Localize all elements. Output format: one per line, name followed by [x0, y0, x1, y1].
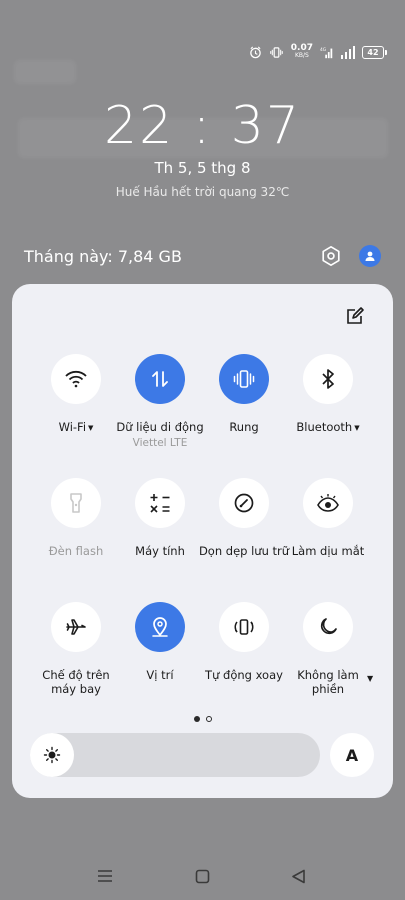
tile-calculator[interactable]: Máy tính	[112, 478, 208, 558]
brightness-slider[interactable]	[30, 733, 320, 777]
tile-label: Rung	[229, 420, 259, 434]
data-usage[interactable]: Tháng này: 7,84 GB	[24, 247, 182, 266]
battery-icon: 42	[362, 45, 387, 59]
page-indicator	[12, 716, 393, 722]
vibrate-icon	[233, 370, 255, 388]
page-dot-active	[193, 716, 200, 722]
tile-vibrate[interactable]: Rung	[196, 354, 292, 434]
tile-bluetooth[interactable]: Bluetooth ▼	[280, 354, 376, 435]
tile-label: Dọn dẹp lưu trữ	[198, 544, 290, 558]
tile-label: Wi-Fi	[58, 420, 87, 434]
date: Th 5, 5 thg 8	[154, 159, 251, 177]
auto-rotate-icon	[234, 619, 254, 635]
tile-label: Không làm phiền	[297, 668, 359, 696]
calculator-toggle[interactable]	[135, 478, 185, 528]
tile-do-not-disturb[interactable]: Không làm phiền	[280, 602, 376, 696]
wifi-toggle[interactable]	[51, 354, 101, 404]
storage-cleanup-toggle[interactable]	[219, 478, 269, 528]
carrier-label: Viettel LTE	[132, 437, 188, 449]
settings-gear-icon[interactable]	[320, 245, 342, 267]
airplane-toggle[interactable]	[51, 602, 101, 652]
navigation-bar	[0, 858, 405, 892]
home-button[interactable]	[192, 866, 212, 886]
eye-comfort-toggle[interactable]	[303, 478, 353, 528]
weather-info: Huế Hầu hết trời quang 32℃	[115, 185, 290, 199]
tile-wifi[interactable]: Wi-Fi ▼	[28, 354, 124, 435]
tile-storage-cleanup[interactable]: Dọn dẹp lưu trữ	[196, 478, 292, 558]
tile-label: Máy tính	[135, 544, 185, 558]
flashlight-toggle[interactable]	[51, 478, 101, 528]
tile-label: Dữ liệu di động	[116, 420, 204, 434]
svg-text:4G: 4G	[320, 47, 327, 53]
vibrate-toggle[interactable]	[219, 354, 269, 404]
tile-airplane[interactable]: Chế độ trên máy bay	[28, 602, 124, 696]
calculator-icon	[150, 494, 170, 513]
location-icon	[152, 617, 168, 637]
tile-eye-comfort[interactable]: Làm dịu mắt	[280, 478, 376, 558]
menu-icon	[98, 870, 112, 882]
tile-label: Tự động xoay	[205, 668, 283, 682]
tile-auto-rotate[interactable]: Tự động xoay	[196, 602, 292, 682]
tile-flashlight[interactable]: Đèn flash	[28, 478, 124, 558]
back-triangle-icon	[291, 869, 305, 883]
battery-level: 42	[362, 45, 384, 59]
tile-label: Vị trí	[146, 668, 174, 682]
background-blur	[14, 60, 76, 84]
sun-icon	[43, 746, 61, 764]
alarm-icon	[249, 45, 263, 59]
tile-location[interactable]: Vị trí	[112, 602, 208, 682]
eye-comfort-icon	[317, 494, 339, 512]
location-toggle[interactable]	[135, 602, 185, 652]
bluetooth-icon	[322, 369, 334, 389]
caret-down-icon[interactable]: ▼	[367, 674, 373, 683]
signal-icon	[341, 45, 355, 59]
cleanup-icon	[234, 493, 254, 513]
wifi-icon	[65, 370, 87, 388]
user-icon	[365, 251, 375, 261]
do-not-disturb-toggle[interactable]	[303, 602, 353, 652]
tile-label: Đèn flash	[48, 544, 104, 558]
bluetooth-toggle[interactable]	[303, 354, 353, 404]
caret-down-icon: ▼	[354, 423, 360, 432]
tile-label: Làm dịu mắt	[291, 544, 365, 558]
clock: 22 : 37	[104, 96, 301, 156]
user-account-button[interactable]	[359, 245, 381, 267]
network-speed: 0.07 KB/S	[291, 44, 313, 60]
moon-icon	[320, 618, 337, 635]
signal-4g-icon: 4G	[320, 45, 334, 59]
auto-brightness-button[interactable]: A	[330, 733, 374, 777]
net-speed-unit: KB/S	[294, 52, 309, 59]
mobile-data-toggle[interactable]	[135, 354, 185, 404]
vibrate-status-icon	[270, 45, 284, 59]
tile-label: Bluetooth	[296, 420, 353, 434]
net-speed-value: 0.07	[290, 43, 313, 53]
tile-mobile-data[interactable]: Dữ liệu di động Viettel LTE	[112, 354, 208, 449]
quick-settings-panel: Wi-Fi ▼ Dữ liệu di động Viettel LTE Rung …	[12, 284, 393, 798]
mobile-data-icon	[152, 371, 168, 387]
edit-icon[interactable]	[345, 306, 367, 328]
home-square-icon	[195, 869, 209, 883]
tile-label: Chế độ trên máy bay	[42, 668, 110, 696]
recent-apps-button[interactable]	[95, 866, 115, 886]
caret-down-icon: ▼	[88, 423, 94, 432]
airplane-icon	[66, 619, 86, 635]
back-button[interactable]	[288, 866, 308, 886]
status-bar: 0.07 KB/S 4G 42	[249, 40, 387, 64]
auto-rotate-toggle[interactable]	[219, 602, 269, 652]
flashlight-icon	[70, 493, 82, 513]
page-dot	[205, 716, 212, 722]
brightness-knob[interactable]	[30, 733, 74, 777]
